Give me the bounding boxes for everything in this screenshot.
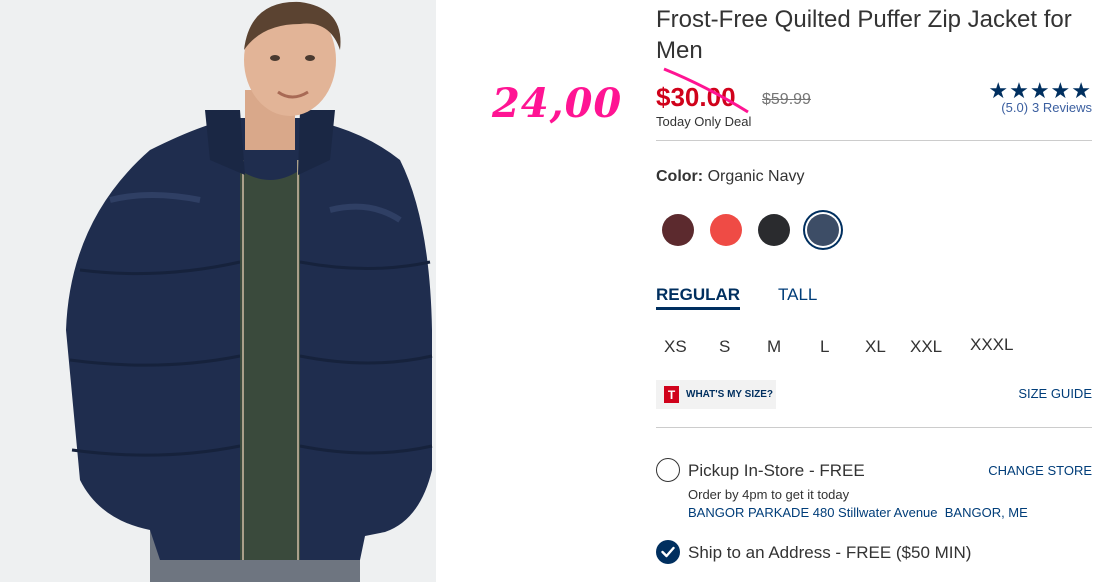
size-option-xxxl[interactable]: XXXL	[970, 335, 1013, 355]
tab-tall[interactable]: TALL	[778, 285, 817, 305]
size-option-m[interactable]: M	[767, 337, 781, 357]
size-option-xs[interactable]: XS	[664, 337, 687, 357]
tab-regular[interactable]: REGULAR	[656, 285, 741, 310]
size-option-s[interactable]: S	[719, 337, 730, 357]
color-value: Organic Navy	[707, 168, 805, 185]
product-image[interactable]	[0, 0, 436, 582]
ship-label[interactable]: Ship to an Address - FREE ($50 MIN)	[688, 543, 971, 563]
pickup-radio[interactable]	[656, 458, 680, 482]
rating-stars-icon[interactable]: ★★★★★	[988, 80, 1092, 102]
color-swatch-black[interactable]	[758, 214, 790, 246]
rating-score: (5.0)	[1001, 100, 1029, 115]
pickup-note: Order by 4pm to get it today	[688, 487, 850, 502]
ship-checked-radio[interactable]	[656, 540, 680, 564]
size-option-xxl[interactable]: XXL	[910, 337, 942, 357]
color-swatch-burgundy[interactable]	[662, 214, 694, 246]
color-selection-label: Color: Organic Navy	[656, 168, 804, 186]
true-fit-icon: T	[664, 386, 679, 403]
whats-my-size-button[interactable]: T WHAT'S MY SIZE?	[656, 380, 776, 409]
color-swatch-coral[interactable]	[710, 214, 742, 246]
pink-strikethrough-mark	[663, 67, 749, 114]
review-count: 3 Reviews	[1032, 100, 1092, 115]
product-title: Frost-Free Quilted Puffer Zip Jacket for…	[656, 6, 1072, 64]
original-price: $59.99	[762, 91, 811, 108]
whats-my-size-label: WHAT'S MY SIZE?	[686, 389, 774, 400]
divider	[656, 427, 1092, 428]
size-option-xl[interactable]: XL	[865, 337, 886, 357]
handwritten-price-annotation: 24,00	[492, 80, 623, 127]
size-guide-link[interactable]: SIZE GUIDE	[1018, 386, 1092, 401]
color-label: Color:	[656, 168, 704, 185]
pickup-label[interactable]: Pickup In-Store - FREE	[688, 461, 865, 481]
divider	[656, 140, 1092, 141]
deal-label: Today Only Deal	[656, 114, 752, 129]
checkmark-icon	[661, 546, 675, 558]
change-store-link[interactable]: CHANGE STORE	[988, 463, 1092, 478]
reviews-link[interactable]: (5.0) 3 Reviews	[997, 100, 1092, 115]
size-option-l[interactable]: L	[820, 337, 829, 357]
color-swatch-organic-navy[interactable]	[807, 214, 839, 246]
store-address-link[interactable]: BANGOR PARKADE 480 Stillwater Avenue BAN…	[688, 505, 1028, 520]
